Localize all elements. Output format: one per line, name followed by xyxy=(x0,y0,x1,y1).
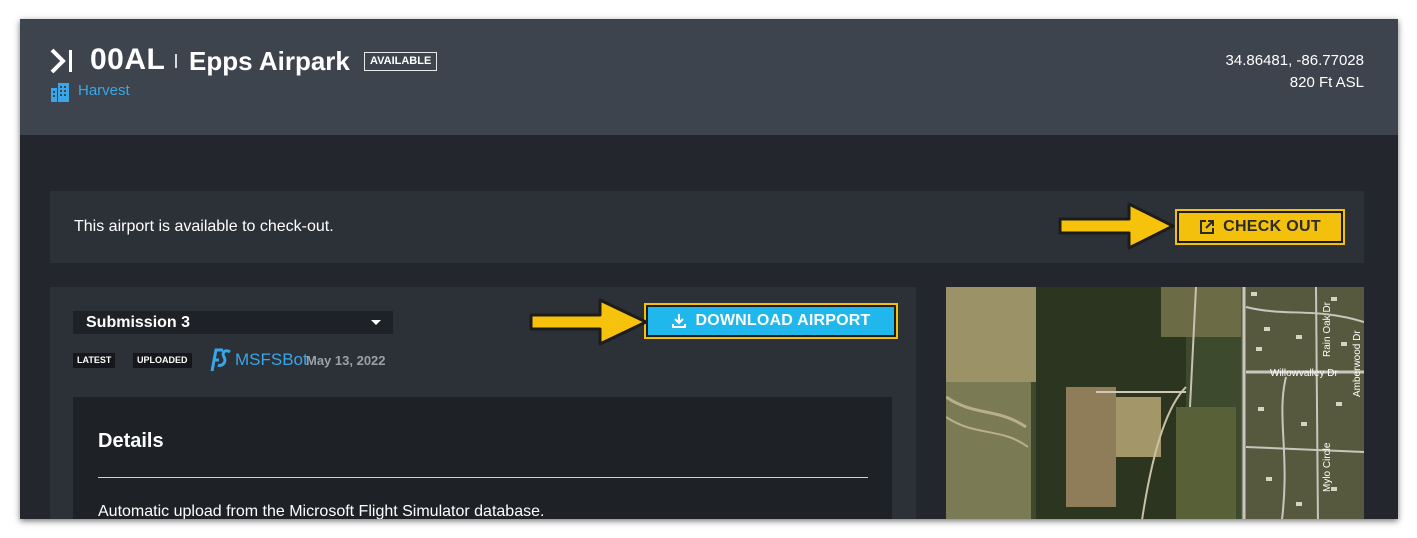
map-label-rain-oak: Rain Oak Dr xyxy=(1322,301,1333,357)
callout-arrow-download xyxy=(529,298,648,346)
submission-select[interactable]: Submission 3 xyxy=(73,311,393,334)
map-label-mylo-circle: Mylo Circle xyxy=(1322,442,1333,492)
external-link-icon xyxy=(1200,220,1215,234)
submission-selected-value: Submission 3 xyxy=(86,314,191,331)
building-icon xyxy=(51,83,69,102)
chevron-down-icon xyxy=(371,320,381,325)
airport-icao: 00AL xyxy=(90,43,166,76)
airport-elevation: 820 Ft ASL xyxy=(1289,74,1364,91)
airport-name: Epps Airpark xyxy=(189,46,350,76)
upload-date: May 13, 2022 xyxy=(306,353,386,368)
details-card: Details Automatic upload from the Micros… xyxy=(73,397,892,519)
airport-header: 00AL Epps Airpark AVAILABLE Harvest 34.8… xyxy=(20,19,1398,135)
details-text: Automatic upload from the Microsoft Flig… xyxy=(98,503,545,519)
download-airport-label: DOWNLOAD AIRPORT xyxy=(695,312,871,329)
uploaded-tag: UPLOADED xyxy=(133,353,192,368)
download-airport-button[interactable]: DOWNLOAD AIRPORT xyxy=(644,303,898,339)
app-window: 00AL Epps Airpark AVAILABLE Harvest 34.8… xyxy=(20,19,1398,519)
download-icon xyxy=(672,314,687,328)
chevron-logo-icon xyxy=(50,48,72,74)
map-label-amberwood: Amberwood Dr xyxy=(1352,330,1363,397)
checkout-message: This airport is available to check-out. xyxy=(74,218,334,235)
check-out-button[interactable]: CHECK OUT xyxy=(1175,209,1345,245)
developer-link[interactable]: Harvest xyxy=(78,82,130,99)
airport-coordinates: 34.86481, -86.77028 xyxy=(1225,52,1364,69)
fs-logo-icon xyxy=(210,348,231,372)
map-label-willowvalley: Willowvalley Dr xyxy=(1270,368,1338,379)
check-out-label: CHECK OUT xyxy=(1223,218,1321,235)
uploader-link[interactable]: MSFSBot xyxy=(235,350,308,370)
callout-arrow-checkout xyxy=(1058,202,1175,250)
details-title: Details xyxy=(98,430,164,452)
latest-tag: LATEST xyxy=(73,353,116,368)
title-separator xyxy=(175,54,177,68)
details-divider xyxy=(98,477,868,478)
satellite-map[interactable]: Rain Oak Dr Amberwood Dr Willowvalley Dr… xyxy=(946,287,1364,519)
status-badge: AVAILABLE xyxy=(364,52,438,71)
submission-panel: Submission 3 DOWNLOAD AIRPORT LATEST UPL… xyxy=(50,287,916,519)
